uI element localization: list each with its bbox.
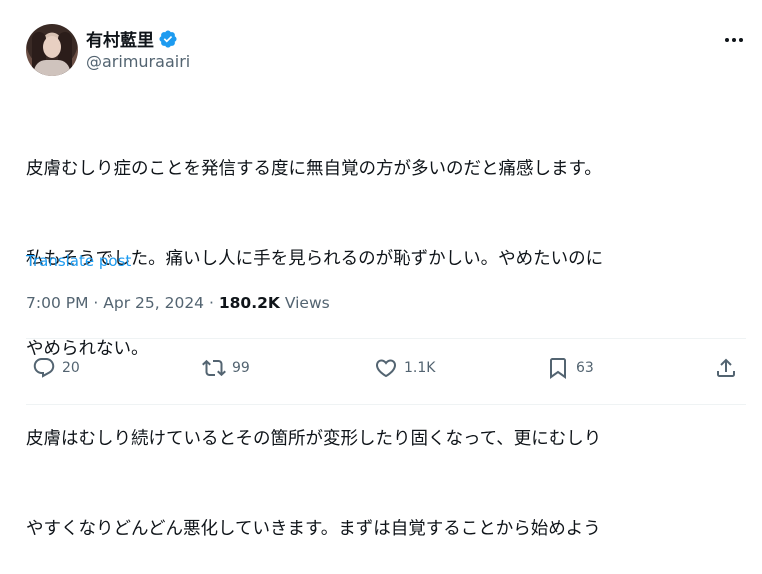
views-label: Views <box>284 294 330 312</box>
tweet-line: 皮膚むしり症のことを発信する度に無自覚の方が多いのだと痛感します。 <box>26 159 602 179</box>
meta-separator: · <box>93 294 99 312</box>
tweet-line: 皮膚はむしり続けているとその箇所が変形したり固くなって、更にむしり <box>26 429 602 449</box>
repost-icon <box>202 359 226 377</box>
reply-count: 20 <box>62 360 80 376</box>
dot <box>725 38 729 42</box>
tweet-meta: 7:00 PM · Apr 25, 2024 · 180.2K Views <box>26 294 330 312</box>
verified-badge-icon <box>158 29 178 49</box>
bookmark-button[interactable]: 63 <box>546 356 594 380</box>
divider-top <box>26 338 746 339</box>
dot <box>739 38 743 42</box>
share-button[interactable] <box>714 356 738 380</box>
avatar-face <box>43 36 61 58</box>
meta-separator: · <box>208 294 214 312</box>
repost-count: 99 <box>232 360 250 376</box>
post-date[interactable]: Apr 25, 2024 <box>103 294 204 312</box>
tweet-line: 私もそうでした。痛いし人に手を見られるのが恥ずかしい。やめたいのに <box>26 249 604 269</box>
avatar[interactable] <box>26 24 78 76</box>
share-icon <box>717 358 735 377</box>
avatar-body <box>34 60 70 76</box>
reply-icon <box>33 358 55 378</box>
heart-icon <box>375 359 397 378</box>
name-row: 有村藍里 <box>86 26 178 51</box>
bookmark-icon <box>550 358 566 379</box>
tweet-text: 皮膚むしり症のことを発信する度に無自覚の方が多いのだと痛感します。 私もそうでし… <box>26 94 746 574</box>
like-button[interactable]: 1.1K <box>374 356 435 380</box>
repost-button[interactable]: 99 <box>202 356 250 380</box>
more-options-icon[interactable] <box>722 30 746 50</box>
dot <box>732 38 736 42</box>
display-name[interactable]: 有村藍里 <box>86 26 154 51</box>
user-handle[interactable]: @arimuraairi <box>86 52 190 71</box>
translate-post-link[interactable]: Translate post <box>26 252 131 270</box>
tweet-header: 有村藍里 @arimuraairi <box>26 24 746 80</box>
tweet-line: やすくなりどんどん悪化していきます。まずは自覚することから始めよう <box>26 519 601 539</box>
post-time[interactable]: 7:00 PM <box>26 294 88 312</box>
divider-bottom <box>26 404 746 405</box>
bookmark-count: 63 <box>576 360 594 376</box>
reply-button[interactable]: 20 <box>32 356 80 380</box>
action-bar: 20 99 1.1K 63 <box>26 356 746 388</box>
like-count: 1.1K <box>404 360 436 376</box>
views-count: 180.2K <box>218 294 280 312</box>
